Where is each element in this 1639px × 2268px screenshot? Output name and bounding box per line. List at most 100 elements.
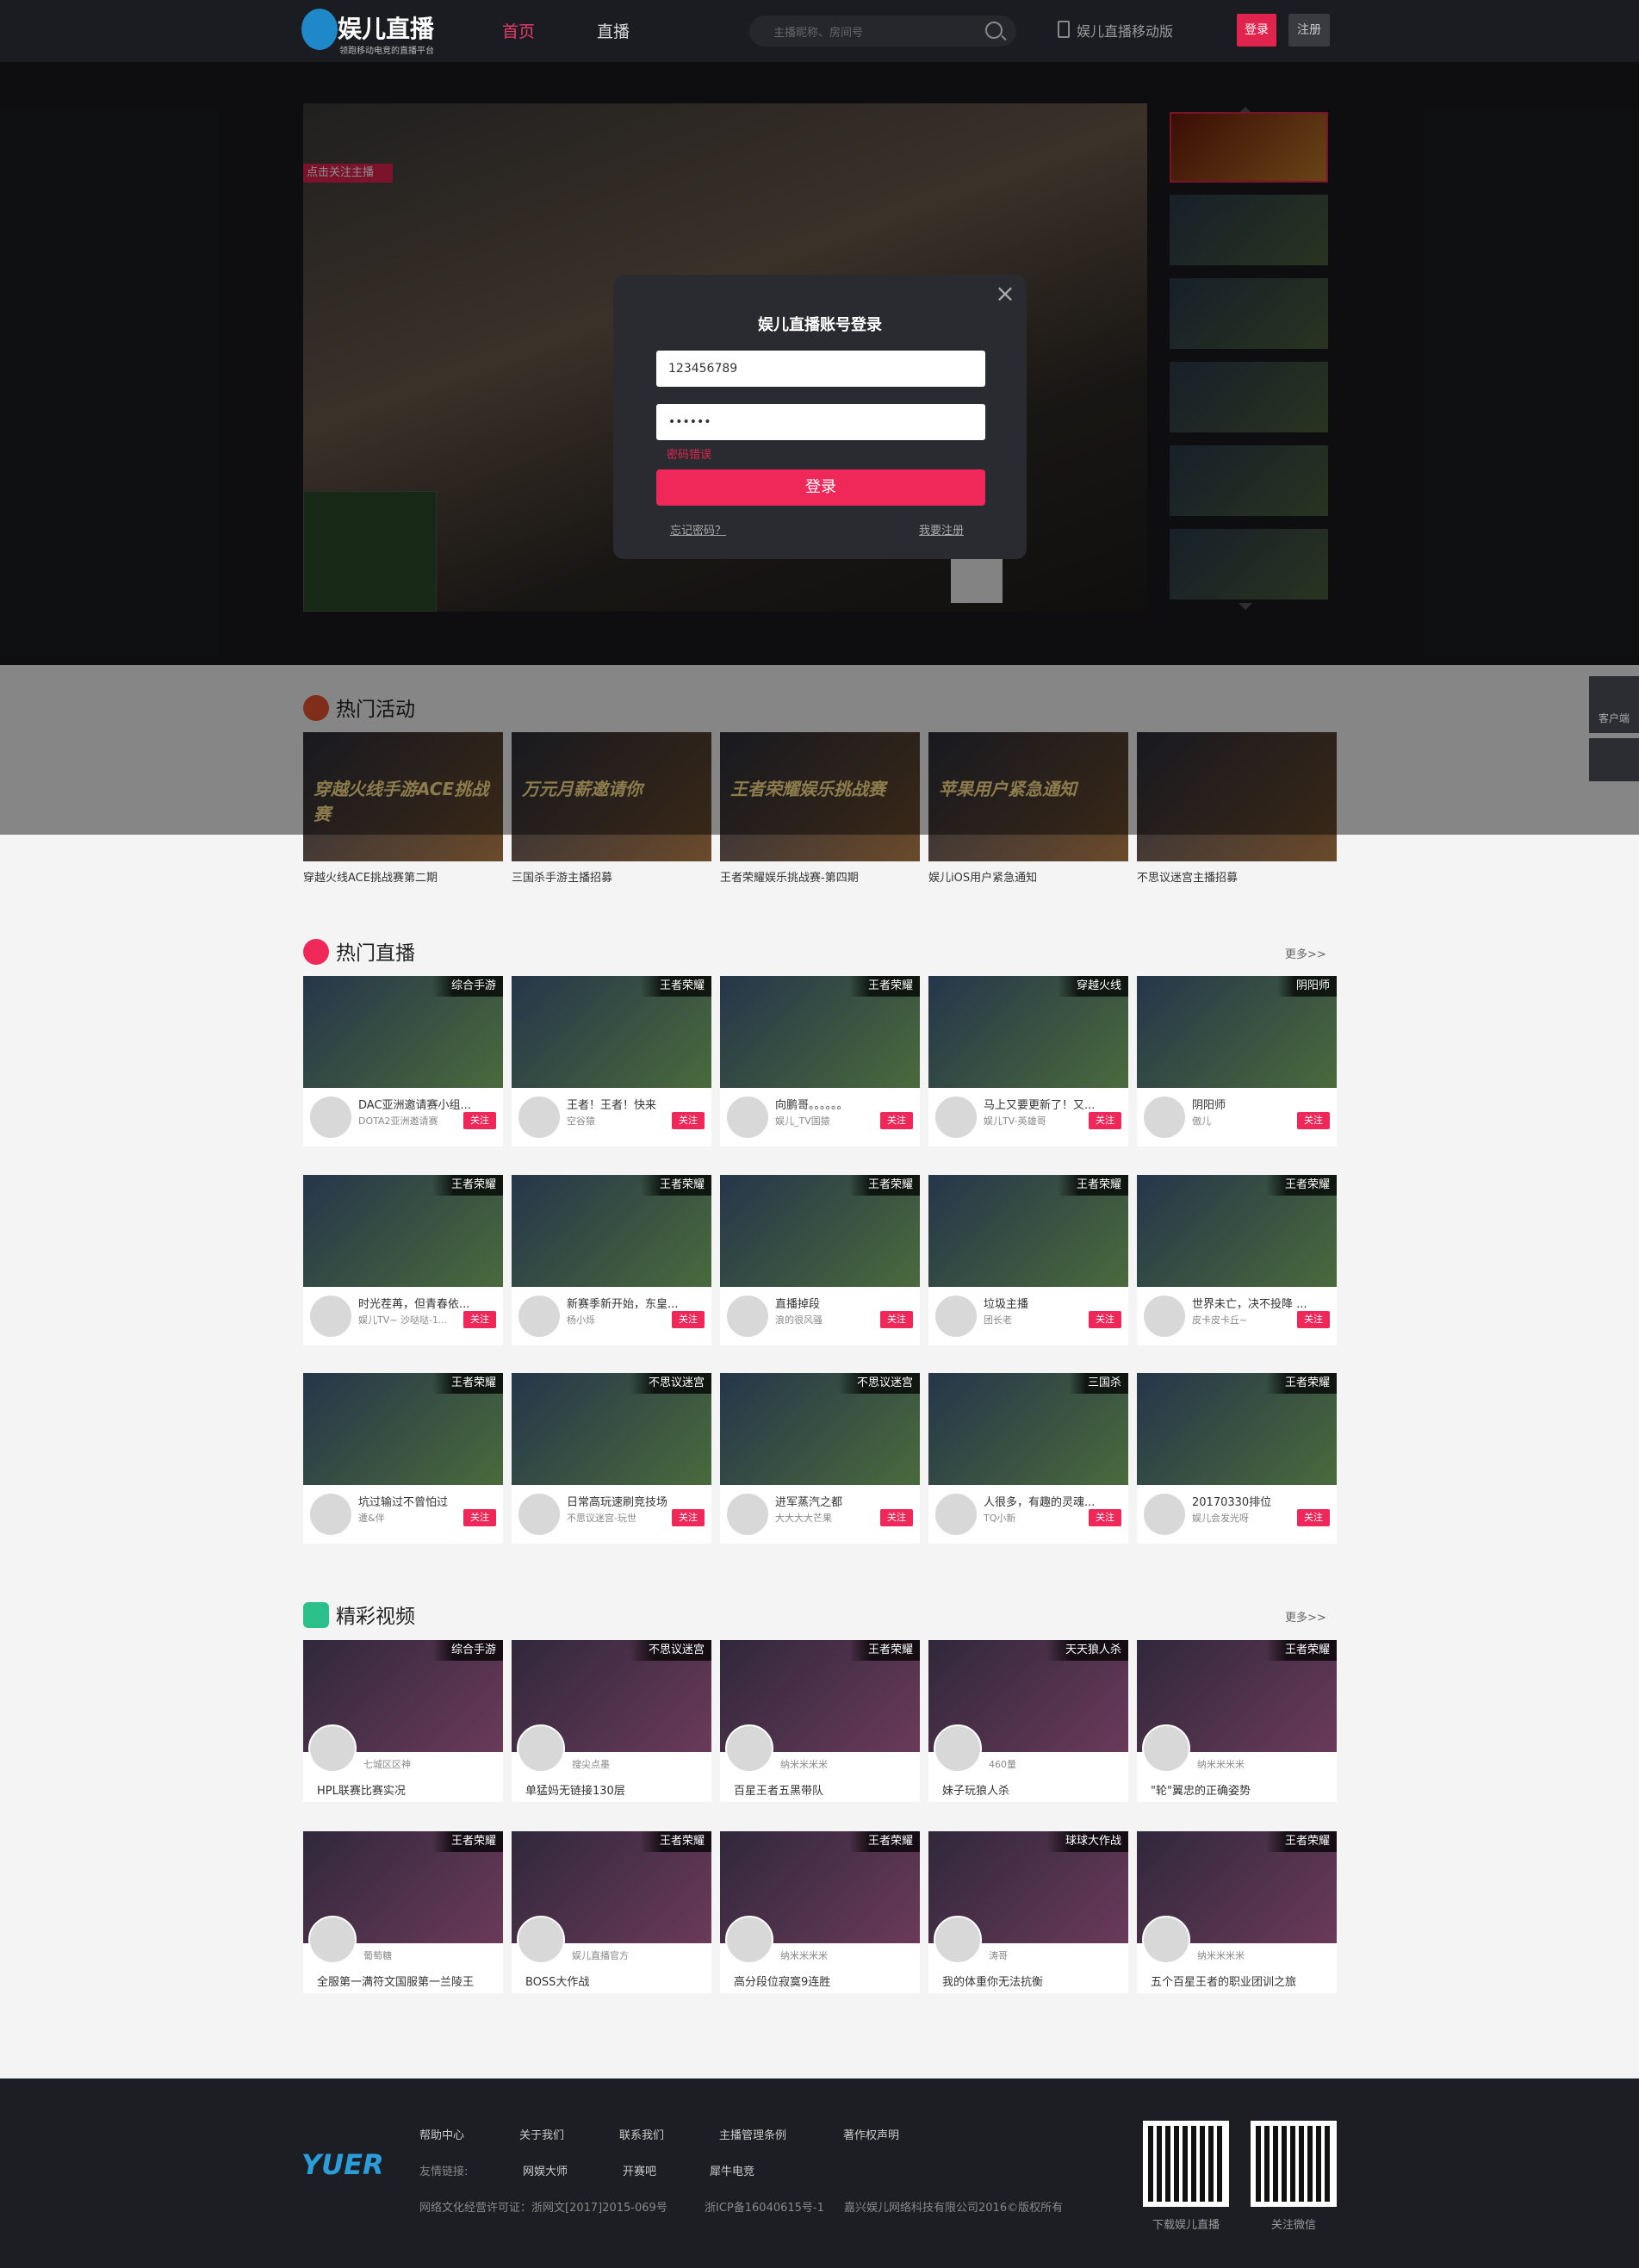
live-card[interactable]: 王者荣耀 垃圾主播 团长老 关注 [928, 1175, 1128, 1345]
hot-live-more-link[interactable]: 更多>> [1285, 945, 1326, 961]
streamer-avatar[interactable] [1142, 1095, 1187, 1140]
streamer-avatar[interactable] [725, 1492, 770, 1537]
live-card[interactable]: 王者荣耀 时光茬苒，但青春依... 娱儿TV~ 沙哒哒-1... 关注 [303, 1175, 503, 1345]
live-thumbnail: 王者荣耀 [512, 1175, 711, 1287]
live-card[interactable]: 王者荣耀 王者！王者！快来 空谷猿 关注 [512, 976, 711, 1146]
follow-button[interactable]: 关注 [463, 1509, 496, 1526]
streamer-avatar[interactable] [308, 1095, 353, 1140]
streamer-avatar[interactable] [1142, 1492, 1187, 1537]
login-button[interactable]: 登录 [1237, 14, 1276, 47]
footer-link[interactable]: 帮助中心 [419, 2126, 464, 2142]
uploader-avatar[interactable] [517, 1916, 565, 1964]
streamer-avatar[interactable] [1142, 1294, 1187, 1339]
register-link[interactable]: 我要注册 [919, 521, 964, 537]
footer-link[interactable]: 关于我们 [519, 2126, 564, 2142]
mobile-version-link[interactable]: 娱儿直播移动版 [1058, 20, 1173, 40]
live-category-tag: 王者荣耀 [1057, 1175, 1128, 1196]
footer-link[interactable]: 联系我们 [619, 2126, 664, 2142]
uploader-avatar[interactable] [308, 1916, 357, 1964]
footer [0, 2078, 1639, 2268]
streamer-avatar[interactable] [517, 1095, 562, 1140]
follow-button[interactable]: 关注 [1297, 1509, 1330, 1526]
follow-button[interactable]: 关注 [880, 1112, 913, 1129]
uploader-avatar[interactable] [934, 1724, 982, 1773]
videos-more-link[interactable]: 更多>> [1285, 1608, 1326, 1625]
uploader-avatar[interactable] [725, 1724, 773, 1773]
live-card[interactable]: 王者荣耀 世界未亡，决不投降 ... 皮卡皮卡丘~ 关注 [1137, 1175, 1337, 1345]
uploader-avatar[interactable] [1142, 1916, 1190, 1964]
password-field[interactable] [656, 404, 985, 440]
nav-home[interactable]: 首页 [502, 19, 535, 42]
streamer-avatar[interactable] [517, 1294, 562, 1339]
follow-button[interactable]: 关注 [880, 1311, 913, 1328]
uploader-avatar[interactable] [1142, 1724, 1190, 1773]
nav-live[interactable]: 直播 [597, 19, 630, 42]
follow-button[interactable]: 关注 [1089, 1112, 1121, 1129]
forgot-password-link[interactable]: 忘记密码？ [670, 521, 726, 537]
uploader-avatar[interactable] [308, 1724, 357, 1773]
live-category-tag: 不思议迷宫 [629, 1373, 711, 1394]
live-card[interactable]: 王者荣耀 向鹏哥。。。。。。 娱儿_TV国猿 关注 [720, 976, 920, 1146]
friend-link[interactable]: 网娱大师 [523, 2162, 568, 2178]
site-logo[interactable]: 娱儿直播 领跑移动电竞的直播平台 [301, 9, 439, 56]
live-card[interactable]: 王者荣耀 20170330排位 娱儿会发光呀 关注 [1137, 1373, 1337, 1544]
streamer-avatar[interactable] [934, 1294, 978, 1339]
follow-button[interactable]: 关注 [1297, 1311, 1330, 1328]
icp-number: 浙ICP备16040615号-1 [705, 2202, 824, 2215]
streamer-name: 不思议迷宫-玩世 [567, 1513, 636, 1524]
live-card[interactable]: 三国杀 人很多，有趣的灵魂... TQ小新 关注 [928, 1373, 1128, 1544]
live-card[interactable]: 不思议迷宫 日常高玩速刷竞技场 不思议迷宫-玩世 关注 [512, 1373, 711, 1544]
friend-link[interactable]: 犀牛电竞 [710, 2162, 754, 2178]
follow-button[interactable]: 关注 [672, 1509, 705, 1526]
streamer-avatar[interactable] [517, 1492, 562, 1537]
live-card[interactable]: 王者荣耀 新赛季新开始，东皇... 杨小烁 关注 [512, 1175, 711, 1345]
uploader-avatar[interactable] [934, 1916, 982, 1964]
search-icon[interactable] [985, 22, 1003, 39]
follow-button[interactable]: 关注 [463, 1112, 496, 1129]
follow-button[interactable]: 关注 [672, 1112, 705, 1129]
microphone-icon[interactable] [1589, 738, 1639, 781]
wechat-qr-code [1251, 2121, 1337, 2207]
streamer-name: 浪的很风骚 [775, 1314, 823, 1326]
video-card[interactable]: 王者荣耀 纳米米米米 "轮"翼忠的正确姿势 [1137, 1640, 1337, 1802]
search-box[interactable]: 主播昵称、房间号 [749, 16, 1016, 47]
follow-button[interactable]: 关注 [672, 1311, 705, 1328]
uploader-avatar[interactable] [725, 1916, 773, 1964]
friend-link[interactable]: 开赛吧 [623, 2162, 656, 2178]
login-submit-button[interactable]: 登录 [656, 469, 985, 506]
footer-link[interactable]: 著作权声明 [843, 2126, 899, 2142]
follow-button[interactable]: 关注 [1089, 1311, 1121, 1328]
streamer-avatar[interactable] [934, 1492, 978, 1537]
username-field[interactable] [656, 351, 985, 387]
live-card[interactable]: 王者荣耀 直播掉段 浪的很风骚 关注 [720, 1175, 920, 1345]
footer-link[interactable]: 主播管理条例 [719, 2126, 786, 2142]
follow-button[interactable]: 关注 [463, 1311, 496, 1328]
close-icon[interactable]: × [994, 282, 1016, 306]
live-card[interactable]: 不思议迷宫 进军蒸汽之都 大大大大芒果 关注 [720, 1373, 920, 1544]
streamer-avatar[interactable] [308, 1492, 353, 1537]
video-card[interactable]: 王者荣耀 葡萄糖 全服第一满符文国服第一兰陵王 [303, 1831, 503, 1993]
uploader-avatar[interactable] [517, 1724, 565, 1773]
follow-button[interactable]: 关注 [1297, 1112, 1330, 1129]
live-card[interactable]: 王者荣耀 坑过输过不曾怕过 遭&伴 关注 [303, 1373, 503, 1544]
video-card[interactable]: 综合手游 七城区区神 HPL联赛比赛实况 [303, 1640, 503, 1802]
video-card[interactable]: 王者荣耀 娱儿直播官方 BOSS大作战 [512, 1831, 711, 1993]
live-card[interactable]: 穿越火线 马上又要更新了！又... 娱儿TV-英雄哥 关注 [928, 976, 1128, 1146]
client-download-button[interactable]: 客户端 [1589, 676, 1639, 733]
video-card[interactable]: 王者荣耀 纳米米米米 五个百星王者的职业团训之旅 [1137, 1831, 1337, 1993]
live-card[interactable]: 阴阳师 阴阳师 傲儿 关注 [1137, 976, 1337, 1146]
video-card[interactable]: 不思议迷宫 搜尖点墨 单猛妈无链接130层 [512, 1640, 711, 1802]
streamer-avatar[interactable] [308, 1294, 353, 1339]
video-card[interactable]: 天天狼人杀 460量 妹子玩狼人杀 [928, 1640, 1128, 1802]
streamer-avatar[interactable] [725, 1095, 770, 1140]
video-card[interactable]: 王者荣耀 纳米米米米 高分段位寂寞9连胜 [720, 1831, 920, 1993]
register-button[interactable]: 注册 [1288, 14, 1330, 47]
video-card[interactable]: 球球大作战 涛哥 我的体重你无法抗衡 [928, 1831, 1128, 1993]
video-category-tag: 综合手游 [431, 1640, 503, 1661]
streamer-avatar[interactable] [725, 1294, 770, 1339]
follow-button[interactable]: 关注 [1089, 1509, 1121, 1526]
live-card[interactable]: 综合手游 DAC亚洲邀请赛小组... DOTA2亚洲邀请赛 关注 [303, 976, 503, 1146]
follow-button[interactable]: 关注 [880, 1509, 913, 1526]
video-card[interactable]: 王者荣耀 纳米米米米 百星王者五黑带队 [720, 1640, 920, 1802]
streamer-avatar[interactable] [934, 1095, 978, 1140]
